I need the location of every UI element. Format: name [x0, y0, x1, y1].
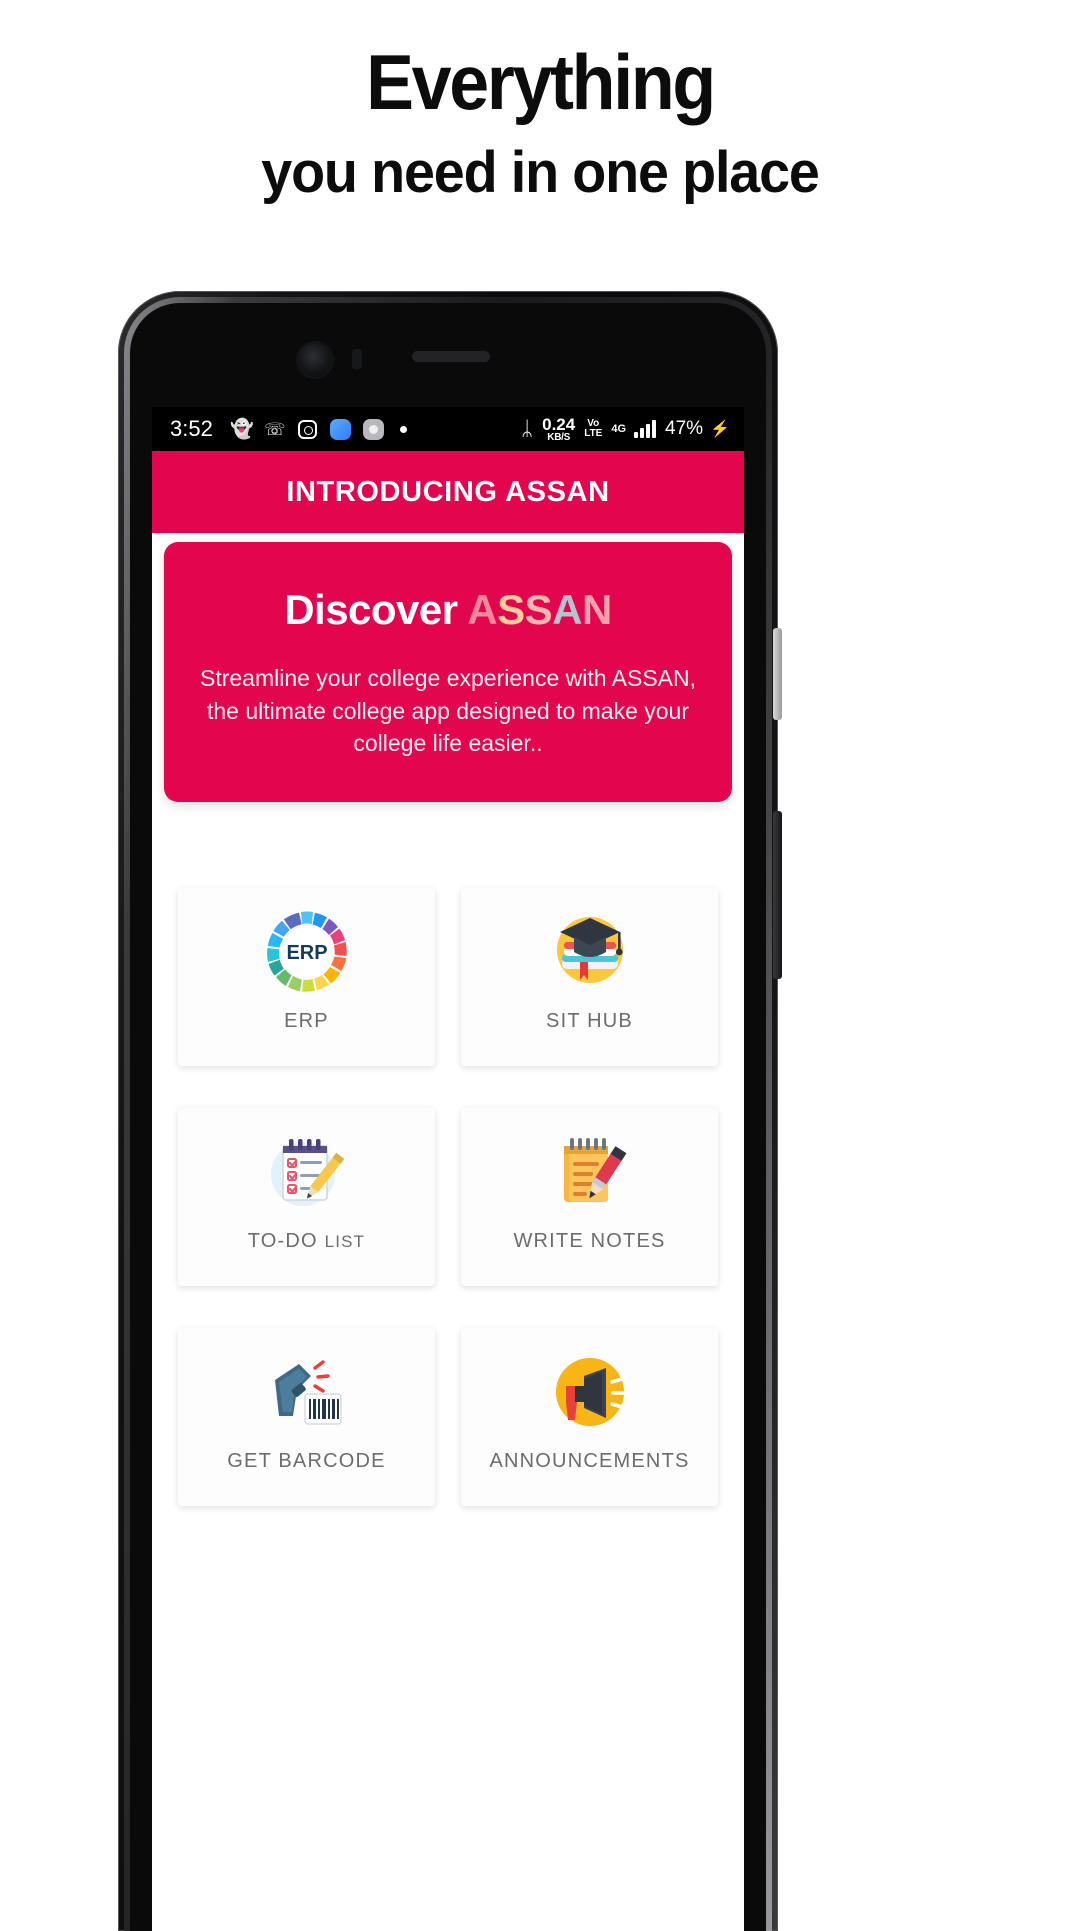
network-speed-value: 0.24: [542, 414, 576, 434]
tile-label-erp: ERP: [284, 1009, 329, 1032]
bluetooth-icon: ᛦ: [521, 418, 534, 440]
instagram-icon: [297, 418, 319, 440]
volte-line-2: LTE: [584, 428, 603, 439]
gray-app-icon: [363, 418, 385, 440]
power-button[interactable]: [773, 811, 782, 979]
charging-bolt-icon: ⚡: [710, 421, 730, 438]
brand-letter-4: N: [581, 586, 612, 633]
missed-call-icon: ☏: [264, 419, 286, 439]
tile-announcements[interactable]: ANNOUNCEMENTS: [461, 1327, 718, 1506]
headline-line-1: Everything: [366, 38, 716, 126]
more-notifications-dot: [399, 425, 407, 433]
hero-region: Discover ASSAN Streamline your college e…: [152, 533, 744, 802]
phone-mockup: 3:52 👻 ☏ ᛦ 0.24 KB/S Vo LTE 4G 47% ⚡ INT…: [118, 291, 782, 1931]
phone-bezel: 3:52 👻 ☏ ᛦ 0.24 KB/S Vo LTE 4G 47% ⚡ INT…: [130, 303, 766, 1931]
app-bar: INTRODUCING ASSAN: [152, 451, 744, 533]
phone-screen: 3:52 👻 ☏ ᛦ 0.24 KB/S Vo LTE 4G 47% ⚡ INT…: [152, 407, 744, 1931]
network-type-label: 4G: [611, 423, 627, 435]
snapchat-icon: 👻: [230, 418, 254, 440]
discover-card-title: Discover ASSAN: [190, 586, 706, 634]
tile-label-announcements: ANNOUNCEMENTS: [489, 1449, 690, 1472]
tile-label-todo-list-text: TO-DO LIST: [248, 1230, 366, 1252]
svg-text:ERP: ERP: [286, 942, 327, 964]
brand-letter-1: S: [497, 586, 525, 633]
discover-card[interactable]: Discover ASSAN Streamline your college e…: [164, 542, 732, 802]
volte-icon: Vo LTE: [584, 418, 603, 440]
assan-brand-wordmark: ASSAN: [467, 586, 612, 633]
tile-label-write-notes: WRITE NOTES: [513, 1229, 666, 1252]
headline-line-2: you need in one place: [261, 139, 820, 205]
signal-strength-icon: [634, 420, 657, 438]
blue-app-icon: [330, 418, 352, 440]
brand-letter-3: A: [552, 586, 582, 633]
brand-letter-2: S: [524, 586, 553, 633]
sensor-icon: [352, 349, 362, 369]
tile-label-sit-hub: SIT HUB: [546, 1009, 633, 1032]
network-speed-unit: KB/S: [547, 431, 570, 443]
tile-get-barcode[interactable]: GET BARCODE: [178, 1327, 435, 1506]
tile-erp[interactable]: ERP ERP: [178, 887, 435, 1066]
todo-list-icon: [261, 1124, 353, 1220]
barcode-scanner-icon: [261, 1344, 353, 1440]
status-notification-icons: 👻 ☏: [230, 418, 407, 440]
app-bar-title: INTRODUCING ASSAN: [286, 475, 610, 508]
erp-icon: ERP: [261, 904, 353, 1000]
tile-todo-list[interactable]: TO-DO LIST: [178, 1107, 435, 1286]
battery-percentage: 47%: [665, 418, 704, 439]
phone-body: 3:52 👻 ☏ ᛦ 0.24 KB/S Vo LTE 4G 47% ⚡ INT…: [118, 291, 778, 1931]
status-bar: 3:52 👻 ☏ ᛦ 0.24 KB/S Vo LTE 4G 47% ⚡: [152, 407, 744, 451]
brand-letter-0: A: [467, 586, 498, 633]
discover-title-plain: Discover: [284, 586, 468, 633]
tile-sit-hub[interactable]: SIT HUB: [461, 887, 718, 1066]
volume-button[interactable]: [773, 628, 782, 720]
tile-label-get-barcode: GET BARCODE: [227, 1449, 386, 1472]
status-time: 3:52: [170, 416, 213, 441]
discover-card-description: Streamline your college experience with …: [199, 665, 697, 757]
todo-label-main: TO-DO: [247, 1229, 325, 1252]
sit-hub-icon: [544, 904, 636, 1000]
tile-write-notes[interactable]: WRITE NOTES: [461, 1107, 718, 1286]
earpiece-speaker: [412, 351, 490, 362]
feature-grid: ERP ERP SIT HUB TO-DO LIST WRITE NOTES G…: [152, 802, 744, 1726]
write-notes-icon: [544, 1124, 636, 1220]
tile-label-todo-list: TO-DO LIST: [248, 1230, 366, 1253]
announcements-icon: [544, 1344, 636, 1440]
todo-label-suffix: LIST: [324, 1231, 366, 1251]
promo-headline: Everything you need in one place: [0, 0, 1080, 207]
status-system-icons: ᛦ 0.24 KB/S Vo LTE 4G 47% ⚡: [521, 416, 730, 443]
front-camera-icon: [298, 343, 332, 377]
network-speed-indicator: 0.24 KB/S: [542, 416, 575, 443]
